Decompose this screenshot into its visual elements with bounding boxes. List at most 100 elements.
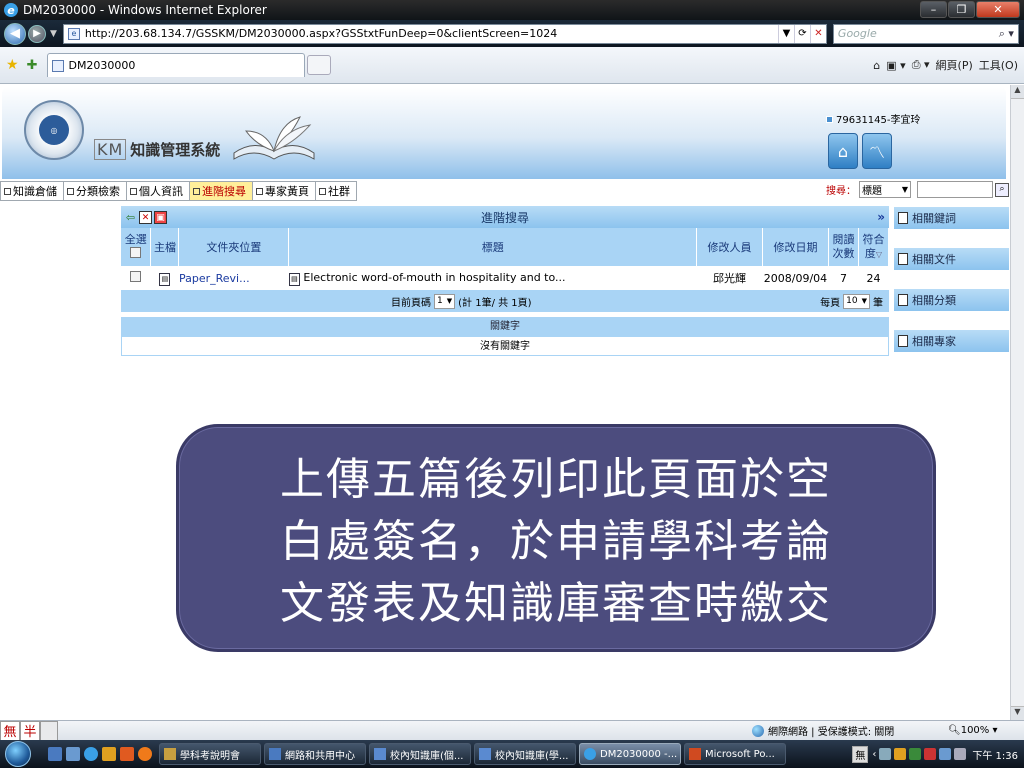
page-menu[interactable]: 網頁(P) — [936, 57, 973, 73]
title-link[interactable]: Electronic word-of-mouth in hospitality … — [303, 271, 565, 284]
minimize-button[interactable]: – — [920, 1, 947, 18]
scroll-up-icon[interactable]: ▲ — [1011, 85, 1024, 99]
search-input[interactable]: Google ⌕ ▾ — [832, 23, 1019, 44]
site-search-input[interactable] — [917, 181, 993, 198]
excel-export-icon[interactable]: ✕ — [139, 210, 152, 224]
col-modified-date[interactable]: 修改日期 — [762, 228, 829, 266]
window-icon — [479, 748, 491, 760]
pager-summary: (計 1筆/ 共 1頁) — [458, 297, 532, 309]
refresh-icon[interactable]: ⟳ — [793, 24, 810, 43]
volume-icon[interactable] — [954, 748, 967, 760]
back-button[interactable]: ◀ — [4, 22, 26, 45]
home-icon[interactable]: ⌂ — [873, 59, 880, 72]
expand-icon[interactable]: » — [877, 210, 885, 224]
search-type-select[interactable]: 標題 ▼ — [859, 181, 911, 198]
chevron-down-icon: ▼ — [901, 185, 908, 194]
new-tab-button[interactable] — [307, 55, 332, 75]
back-arrow-icon[interactable]: ⇦ — [124, 211, 137, 224]
tray-ime[interactable]: 無 — [852, 745, 869, 763]
ime-blank — [40, 720, 58, 741]
row-checkbox[interactable] — [130, 271, 142, 282]
task-item[interactable]: Microsoft Po... — [684, 743, 786, 765]
col-folder[interactable]: 文件夾位置 — [178, 228, 290, 266]
col-title[interactable]: 標題 — [288, 228, 698, 266]
tray-app-icon[interactable] — [924, 748, 937, 760]
tray-app-icon[interactable] — [909, 748, 922, 760]
per-page-select[interactable]: 10 ▼ — [843, 293, 870, 309]
close-button[interactable]: ✕ — [976, 1, 1020, 18]
keyword-empty: 沒有關鍵字 — [121, 336, 889, 356]
tools-menu[interactable]: 工具(O) — [979, 57, 1018, 73]
task-item[interactable]: 校內知識庫(個... — [369, 743, 471, 765]
menu-personal-info[interactable]: 個人資訊 — [127, 181, 190, 201]
user-icon — [826, 116, 833, 123]
col-read-count[interactable]: 閱讀次數 — [828, 228, 859, 266]
sidebar-related-documents[interactable]: 相關文件 — [893, 247, 1010, 271]
ie-icon — [584, 748, 596, 760]
search-go-icon[interactable]: ⌕ — [995, 182, 1009, 197]
scroll-down-icon[interactable]: ▼ — [1011, 706, 1024, 720]
chevron-left-icon[interactable]: ‹ — [872, 749, 876, 760]
menu-advanced-search[interactable]: 進階搜尋 — [190, 181, 253, 201]
ime-width[interactable]: 半 — [20, 720, 40, 741]
task-item-active[interactable]: DM2030000 -... — [579, 743, 681, 765]
folder-link[interactable]: Paper_Revi... — [179, 272, 250, 285]
address-dropdown-icon[interactable]: ▼ — [777, 24, 794, 43]
col-main-file: 主檔 — [150, 228, 180, 266]
document-icon[interactable]: ▤ — [159, 272, 171, 286]
col-modifier[interactable]: 修改人員 — [696, 228, 763, 266]
menu-knowledge-repo[interactable]: 知識倉儲 — [0, 181, 64, 201]
tray-app-icon[interactable] — [879, 748, 892, 760]
forward-button[interactable]: ▶ — [28, 24, 46, 43]
page-select[interactable]: 1 ▼ — [434, 293, 456, 309]
show-desktop-icon[interactable] — [48, 747, 62, 761]
stop-icon[interactable]: ✕ — [809, 24, 826, 43]
menu-category-search[interactable]: 分類檢索 — [64, 181, 127, 201]
outlook-icon[interactable] — [120, 747, 134, 761]
select-all-checkbox[interactable] — [130, 246, 142, 258]
chart-button[interactable]: 〽 — [862, 133, 892, 169]
results-table: 全選 主檔 文件夾位置 標題 修改人員 修改日期 閱讀次數 符合度▽ ▤ Pap… — [121, 228, 890, 290]
clock[interactable]: 下午 1:36 — [972, 747, 1018, 762]
powerpoint-icon — [689, 748, 701, 760]
sidebar-related-keywords[interactable]: 相關鍵詞 — [893, 206, 1010, 230]
favorites-star-icon[interactable]: ★ — [6, 57, 19, 73]
maximize-button[interactable]: ❐ — [948, 1, 975, 18]
tray-app-icon[interactable] — [894, 748, 907, 760]
history-dropdown-icon[interactable]: ▼ — [50, 29, 57, 39]
home-button[interactable]: ⌂ — [828, 133, 858, 169]
media-icon[interactable] — [102, 747, 116, 761]
instruction-callout: 上傳五篇後列印此頁面於空 白處簽名，於申請學科考論 文發表及知識庫審查時繳交 — [176, 424, 936, 652]
add-favorite-icon[interactable]: ✚ — [27, 58, 38, 73]
zoom-level[interactable]: 🔍︎ 100% ▾ — [948, 725, 998, 736]
col-relevance[interactable]: 符合度▽ — [858, 228, 890, 266]
print-icon[interactable]: ⎙ ▾ — [912, 58, 930, 72]
network-tray-icon[interactable] — [939, 748, 952, 760]
menu-icon — [4, 187, 11, 195]
search-icon[interactable]: ⌕ ▾ — [999, 27, 1014, 41]
km-mark: KM — [94, 139, 127, 160]
current-user: 79631145-李宜玲 — [826, 111, 921, 126]
start-button[interactable] — [0, 740, 36, 768]
menu-expert-pages[interactable]: 專家黃頁 — [253, 181, 316, 201]
address-bar[interactable]: e http://203.68.134.7/GSSKM/DM2030000.as… — [62, 23, 827, 44]
vertical-scrollbar[interactable]: ▲ ▼ — [1010, 85, 1024, 720]
ime-mode[interactable]: 無 — [0, 720, 20, 741]
menu-icon — [193, 187, 200, 195]
sidebar-related-categories[interactable]: 相關分類 — [893, 288, 1010, 312]
feeds-icon[interactable]: ▣ ▾ — [886, 59, 905, 72]
menu-community[interactable]: 社群 — [316, 181, 357, 201]
ie-quicklaunch-icon[interactable] — [84, 747, 98, 761]
task-item[interactable]: 校內知識庫(學... — [474, 743, 576, 765]
sidebar-related-experts[interactable]: 相關專家 — [893, 329, 1010, 353]
task-item[interactable]: 學科考說明會 — [159, 743, 261, 765]
table-row: ▤ Paper_Revi... ▤ Electronic word-of-mou… — [121, 266, 889, 290]
ime-indicator: 無 半 — [0, 720, 58, 741]
tab-current[interactable]: DM2030000 — [47, 53, 306, 77]
task-item[interactable]: 網路和共用中心 — [264, 743, 366, 765]
delete-icon[interactable]: ▣ — [154, 210, 167, 224]
address-url[interactable]: http://203.68.134.7/GSSKM/DM2030000.aspx… — [85, 27, 778, 40]
relevance-cell: 24 — [858, 266, 889, 290]
firefox-icon[interactable] — [138, 747, 152, 761]
switch-windows-icon[interactable] — [66, 747, 80, 761]
